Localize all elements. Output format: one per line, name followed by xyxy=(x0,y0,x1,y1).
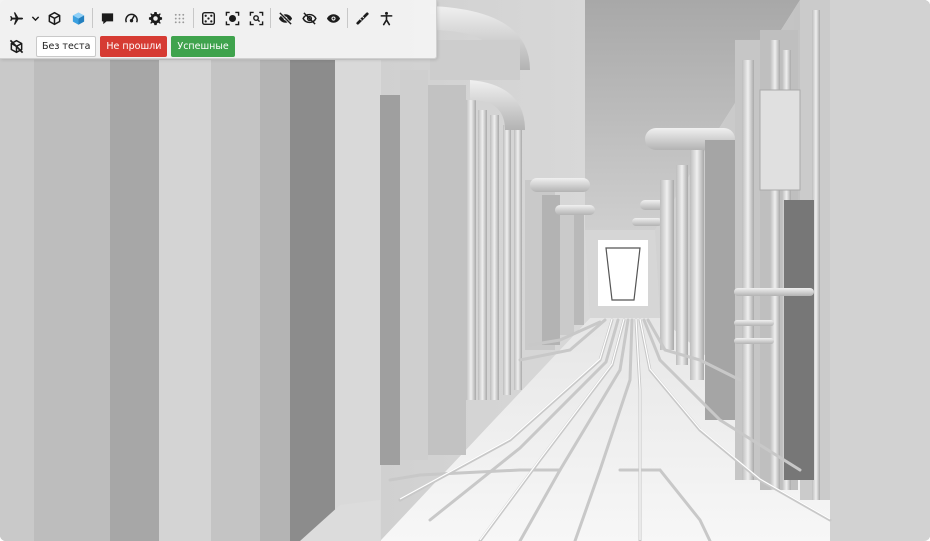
airplane-icon[interactable] xyxy=(4,6,28,30)
filter-failed-button[interactable]: Не прошли xyxy=(100,35,168,57)
focus-object-icon[interactable] xyxy=(220,6,244,30)
3d-viewport[interactable] xyxy=(0,0,930,541)
cube-solid-icon[interactable] xyxy=(66,6,90,30)
filter-passed-button[interactable]: Успешные xyxy=(171,35,235,57)
grid-dots-icon[interactable] xyxy=(167,6,191,30)
zoom-fit-icon[interactable] xyxy=(244,6,268,30)
toolbar-separator xyxy=(193,8,194,28)
chevron-down-icon[interactable] xyxy=(28,6,42,30)
toolbar-separator xyxy=(270,8,271,28)
comment-icon[interactable] xyxy=(95,6,119,30)
walk-person-icon[interactable] xyxy=(374,6,398,30)
toolbar-separator xyxy=(92,8,93,28)
cube-outline-icon[interactable] xyxy=(42,6,66,30)
toolbar-row-tools xyxy=(0,6,398,30)
gear-icon[interactable] xyxy=(143,6,167,30)
corridor-scene xyxy=(0,0,930,541)
ruler-pencil-icon[interactable] xyxy=(350,6,374,30)
viewer-toolbar: Без теста Не прошли Успешные xyxy=(0,0,437,59)
speedometer-icon[interactable] xyxy=(119,6,143,30)
toolbar-row-filters: Без теста Не прошли Успешные xyxy=(0,34,235,58)
eye-slash-outline-icon[interactable] xyxy=(297,6,321,30)
eye-icon[interactable] xyxy=(321,6,345,30)
eye-slash-filled-icon[interactable] xyxy=(273,6,297,30)
filter-no-test-button[interactable]: Без теста xyxy=(36,35,97,57)
toolbar-separator xyxy=(347,8,348,28)
hide-cube-icon[interactable] xyxy=(4,34,28,58)
dice-icon[interactable] xyxy=(196,6,220,30)
